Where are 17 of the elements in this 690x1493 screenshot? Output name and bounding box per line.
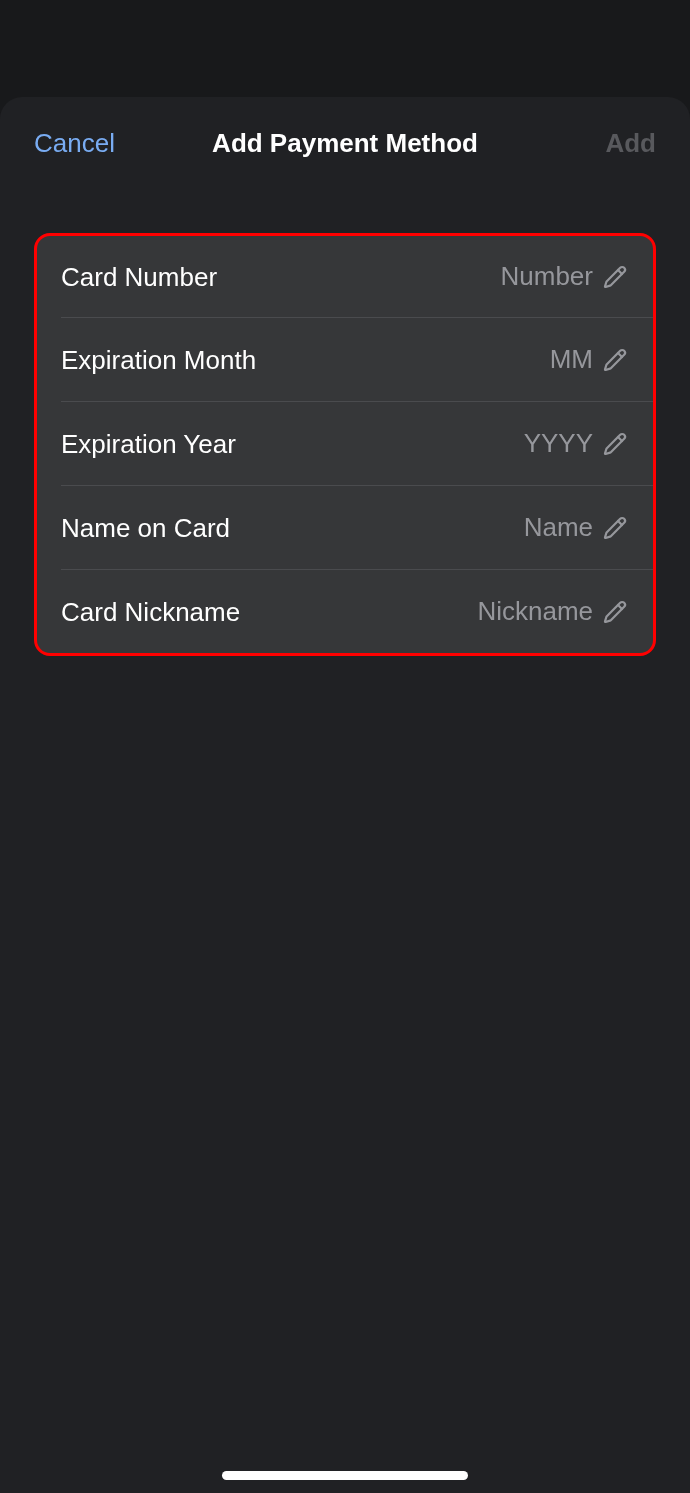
field-label: Card Number bbox=[61, 263, 218, 290]
pencil-icon bbox=[603, 515, 627, 540]
cancel-button[interactable]: Cancel bbox=[34, 130, 115, 156]
pencil-icon bbox=[603, 264, 627, 289]
field-label: Expiration Month bbox=[61, 346, 257, 373]
field-label: Card Nickname bbox=[61, 598, 241, 625]
pencil-icon bbox=[603, 347, 627, 372]
input-field[interactable]: Nickname bbox=[256, 596, 593, 627]
input-field[interactable]: YYYY bbox=[251, 428, 593, 459]
field-label: Expiration Year bbox=[61, 430, 236, 457]
pencil-icon bbox=[603, 599, 627, 624]
pencil-icon bbox=[603, 431, 627, 456]
field-label: Name on Card bbox=[61, 514, 231, 541]
input-field[interactable]: Number bbox=[233, 261, 593, 292]
input-field[interactable]: Name bbox=[246, 512, 593, 543]
sheet-title: Add Payment Method bbox=[212, 130, 478, 156]
input-field[interactable]: MM bbox=[272, 344, 593, 375]
